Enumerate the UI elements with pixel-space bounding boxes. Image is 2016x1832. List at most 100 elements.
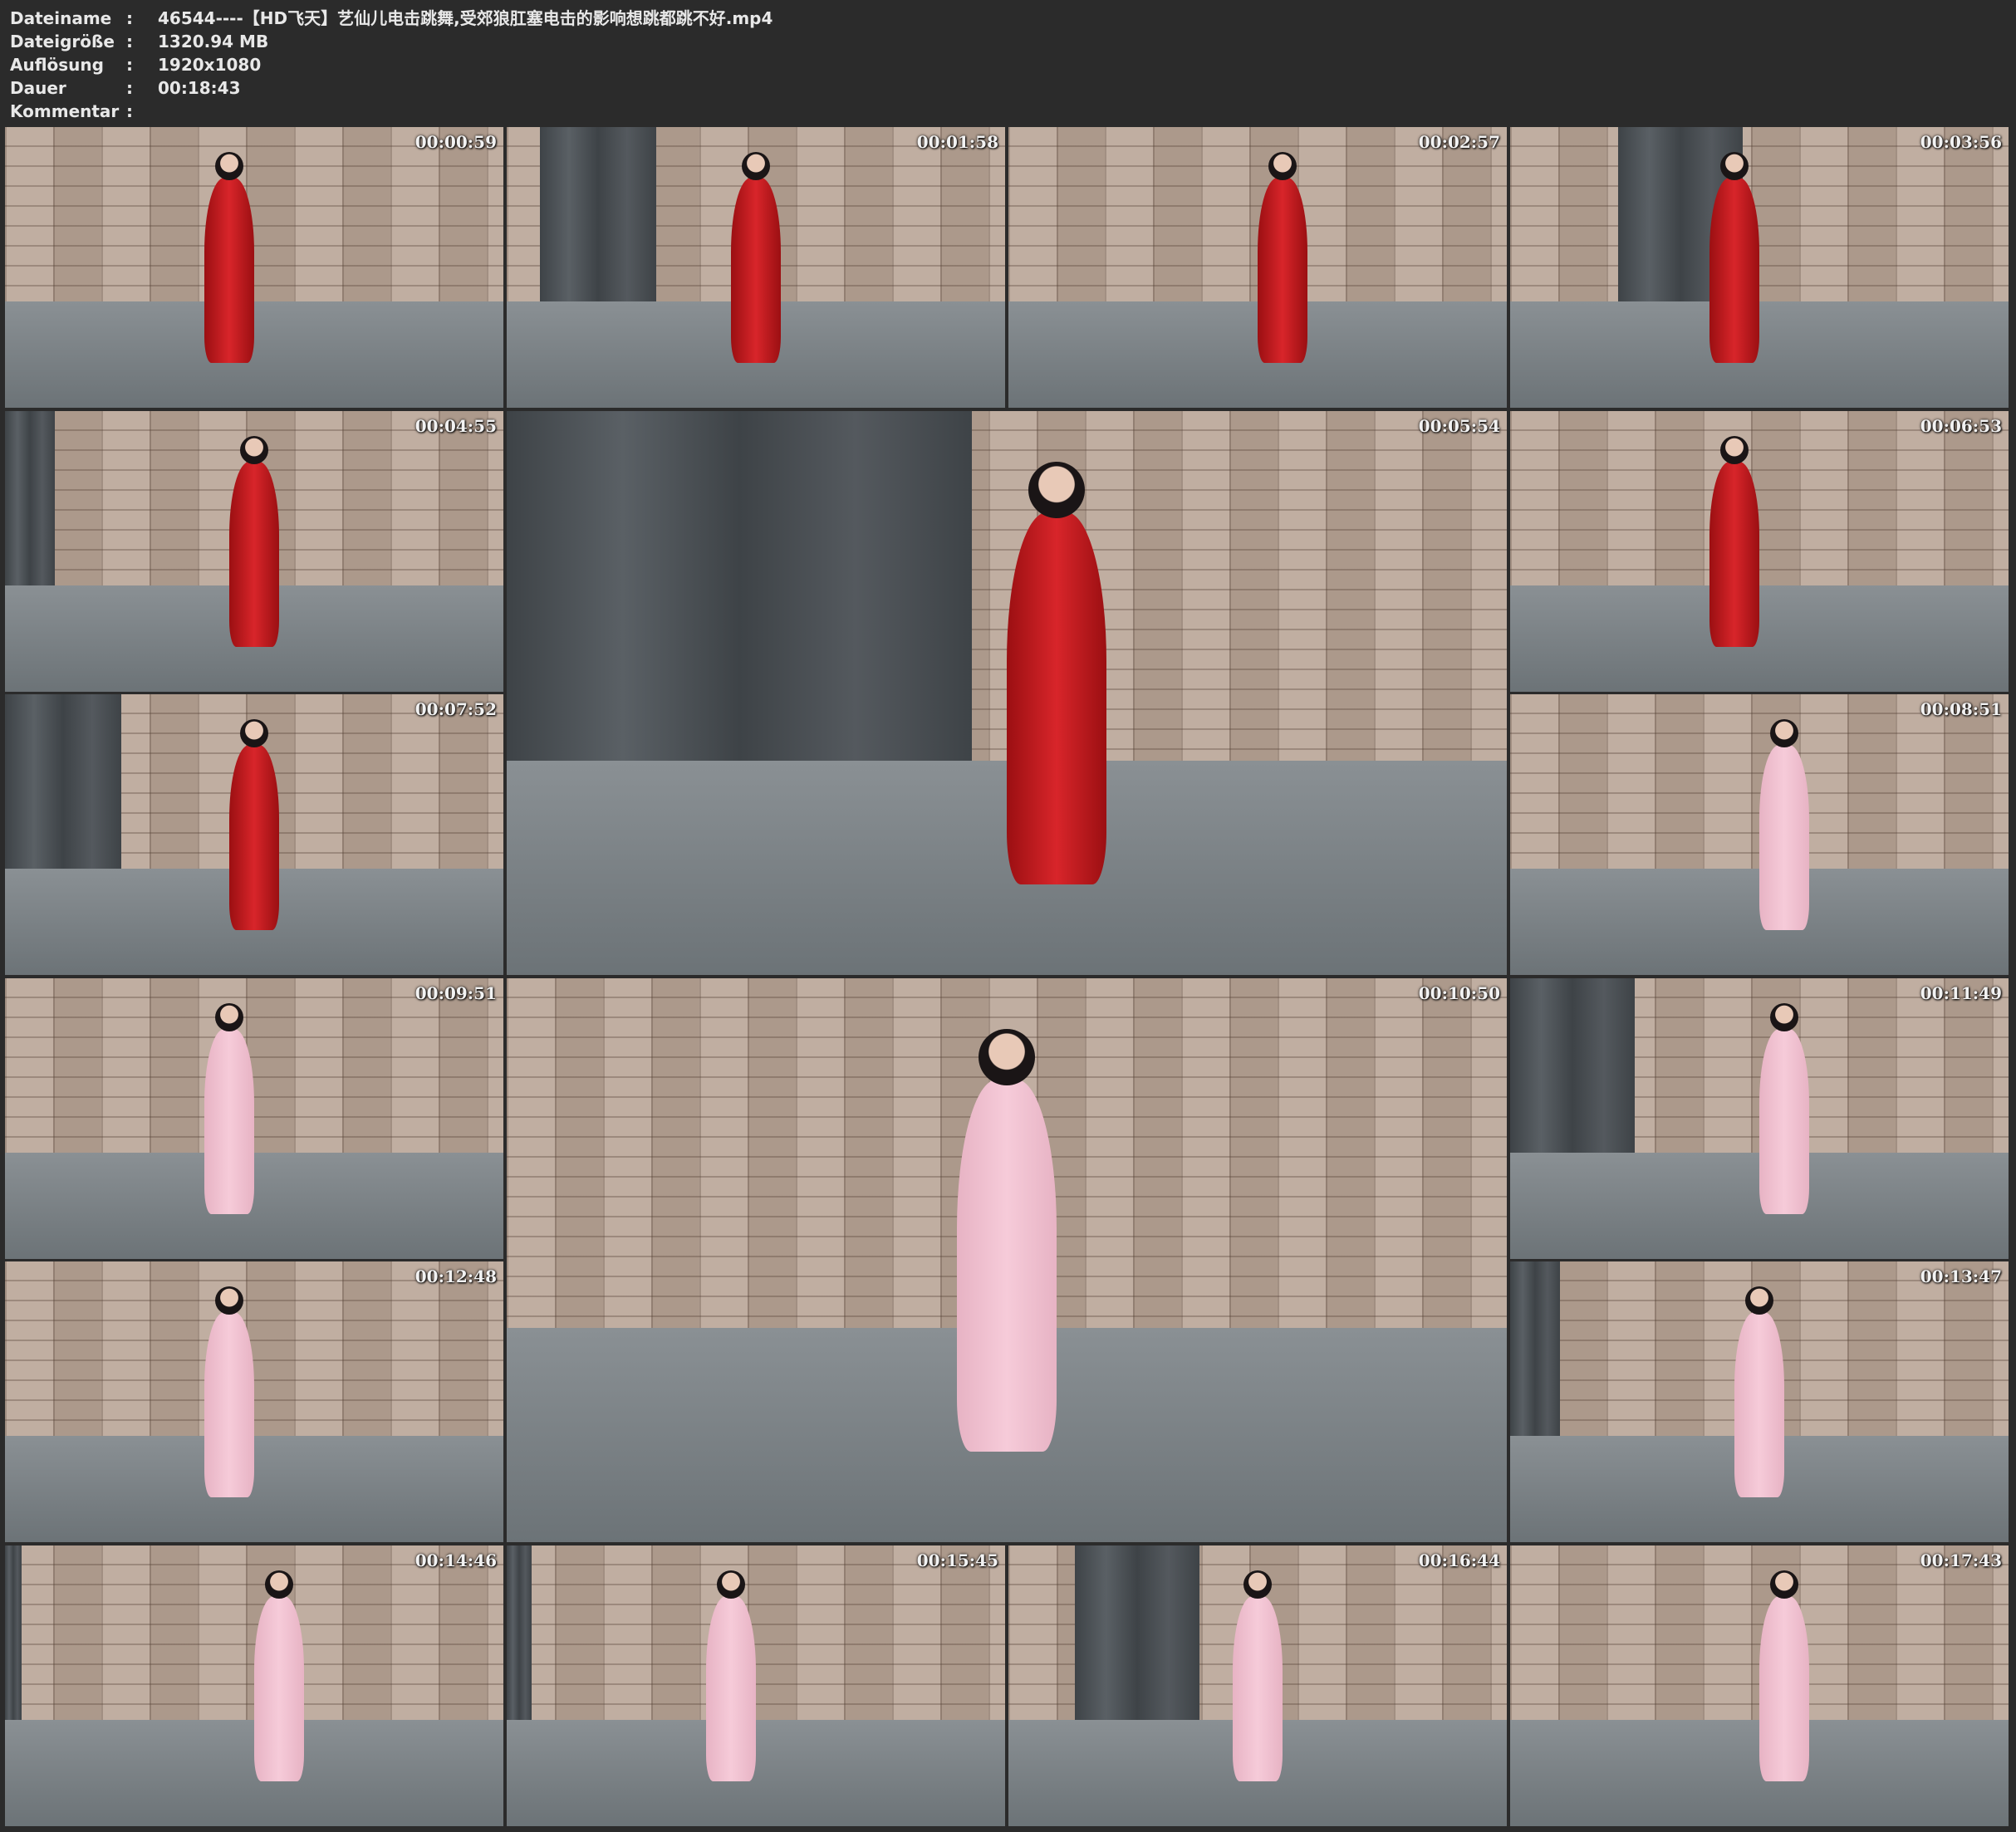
brick-wall-background (5, 1261, 503, 1436)
video-thumbnail: 00:17:43 (1510, 1545, 2009, 1826)
curtain (5, 1545, 22, 1720)
timestamp-label: 00:09:51 (414, 983, 497, 1003)
timestamp-label: 00:13:47 (1920, 1266, 2002, 1286)
video-thumbnail: 00:00:59 (5, 127, 503, 408)
person-figure (706, 1595, 756, 1781)
timestamp-label: 00:02:57 (1418, 132, 1500, 152)
timestamp-label: 00:15:45 (916, 1550, 998, 1570)
person-head (1770, 1003, 1798, 1032)
curtain (5, 694, 121, 869)
timestamp-label: 00:07:52 (414, 699, 497, 719)
timestamp-label: 00:06:53 (1920, 416, 2002, 436)
person-head (1720, 152, 1749, 181)
person-head (979, 1029, 1035, 1086)
video-thumbnail: 00:09:51 (5, 978, 503, 1259)
person-figure (204, 177, 254, 363)
video-thumbnail: 00:11:49 (1510, 978, 2009, 1259)
tile-floor (1510, 301, 2009, 408)
tile-floor (1510, 585, 2009, 692)
timestamp-label: 00:11:49 (1920, 983, 2002, 1003)
person-figure (1734, 1311, 1784, 1497)
person-head (215, 1003, 243, 1032)
person-head (1268, 152, 1297, 181)
meta-value-resolution: 1920x1080 (158, 55, 262, 75)
meta-separator: : (126, 55, 133, 75)
meta-value-filesize: 1320.94 MB (158, 32, 269, 51)
video-thumbnail: 00:05:54 (507, 411, 1507, 975)
video-thumbnail: 00:15:45 (507, 1545, 1005, 1826)
curtain (1510, 1261, 1560, 1436)
brick-wall-background (507, 1545, 1005, 1720)
curtain (540, 127, 656, 301)
timestamp-label: 00:10:50 (1418, 983, 1500, 1003)
person-figure (254, 1595, 304, 1781)
timestamp-label: 00:00:59 (414, 132, 497, 152)
person-head (215, 152, 243, 181)
person-head (1720, 436, 1749, 465)
curtain (1510, 978, 1635, 1153)
person-head (1770, 1570, 1798, 1599)
person-head (240, 436, 268, 465)
video-thumbnail: 00:13:47 (1510, 1261, 2009, 1542)
video-thumbnail: 00:08:51 (1510, 694, 2009, 975)
meta-row-filename: Dateiname : 46544----【HD飞天】艺仙儿电击跳舞,受郊狼肛塞… (10, 7, 773, 30)
brick-wall-background (1510, 411, 2009, 585)
video-thumbnail: 00:14:46 (5, 1545, 503, 1826)
person-head (1745, 1286, 1773, 1315)
meta-row-resolution: Auflösung : 1920x1080 (10, 53, 773, 76)
curtain (5, 411, 55, 585)
timestamp-label: 00:16:44 (1418, 1550, 1500, 1570)
person-head (1770, 719, 1798, 748)
person-figure (1233, 1595, 1283, 1781)
curtain (507, 411, 972, 761)
meta-separator: : (126, 78, 133, 98)
meta-separator: : (126, 101, 133, 121)
person-head (717, 1570, 745, 1599)
curtain (507, 1545, 532, 1720)
video-thumbnail: 00:01:58 (507, 127, 1005, 408)
tile-floor (5, 1435, 503, 1542)
video-thumbnail: 00:03:56 (1510, 127, 2009, 408)
meta-key: Dateigröße (10, 32, 115, 51)
timestamp-label: 00:17:43 (1920, 1550, 2002, 1570)
meta-key: Auflösung (10, 55, 104, 75)
video-thumbnail: 00:16:44 (1008, 1545, 1507, 1826)
timestamp-label: 00:12:48 (414, 1266, 497, 1286)
person-figure (1759, 744, 1809, 930)
meta-separator: : (126, 8, 133, 28)
timestamp-label: 00:03:56 (1920, 132, 2002, 152)
thumbnail-grid: 00:00:59 00:01:58 00:02:57 00:03:56 00:04:55… (5, 127, 2014, 1829)
video-thumbnail: 00:07:52 (5, 694, 503, 975)
timestamp-label: 00:14:46 (414, 1550, 497, 1570)
tile-floor (5, 1152, 503, 1259)
meta-row-comment: Kommentar : (10, 100, 773, 123)
person-figure (1759, 1595, 1809, 1781)
meta-row-duration: Dauer : 00:18:43 (10, 76, 773, 100)
meta-row-filesize: Dateigröße : 1320.94 MB (10, 30, 773, 53)
person-figure (1258, 177, 1307, 363)
person-figure (1709, 177, 1759, 363)
video-thumbnail: 00:06:53 (1510, 411, 2009, 692)
meta-key: Dateiname (10, 8, 112, 28)
timestamp-label: 00:04:55 (414, 416, 497, 436)
person-head (240, 719, 268, 748)
person-head (1028, 462, 1085, 519)
person-figure (229, 744, 279, 930)
video-thumbnail: 00:10:50 (507, 978, 1507, 1542)
person-head (1243, 1570, 1272, 1599)
brick-wall-background (5, 978, 503, 1153)
person-figure (204, 1028, 254, 1214)
video-thumbnail: 00:12:48 (5, 1261, 503, 1542)
person-figure (204, 1311, 254, 1497)
meta-key: Kommentar (10, 101, 120, 121)
brick-wall-background (5, 127, 503, 301)
person-figure (229, 461, 279, 647)
curtain (1075, 1545, 1199, 1720)
video-thumbnail: 00:02:57 (1008, 127, 1507, 408)
person-figure (731, 177, 781, 363)
video-thumbnail: 00:04:55 (5, 411, 503, 692)
timestamp-label: 00:05:54 (1418, 416, 1500, 436)
person-figure (957, 1080, 1057, 1452)
person-head (265, 1570, 293, 1599)
file-info-header: Dateiname : 46544----【HD飞天】艺仙儿电击跳舞,受郊狼肛塞… (10, 7, 773, 123)
